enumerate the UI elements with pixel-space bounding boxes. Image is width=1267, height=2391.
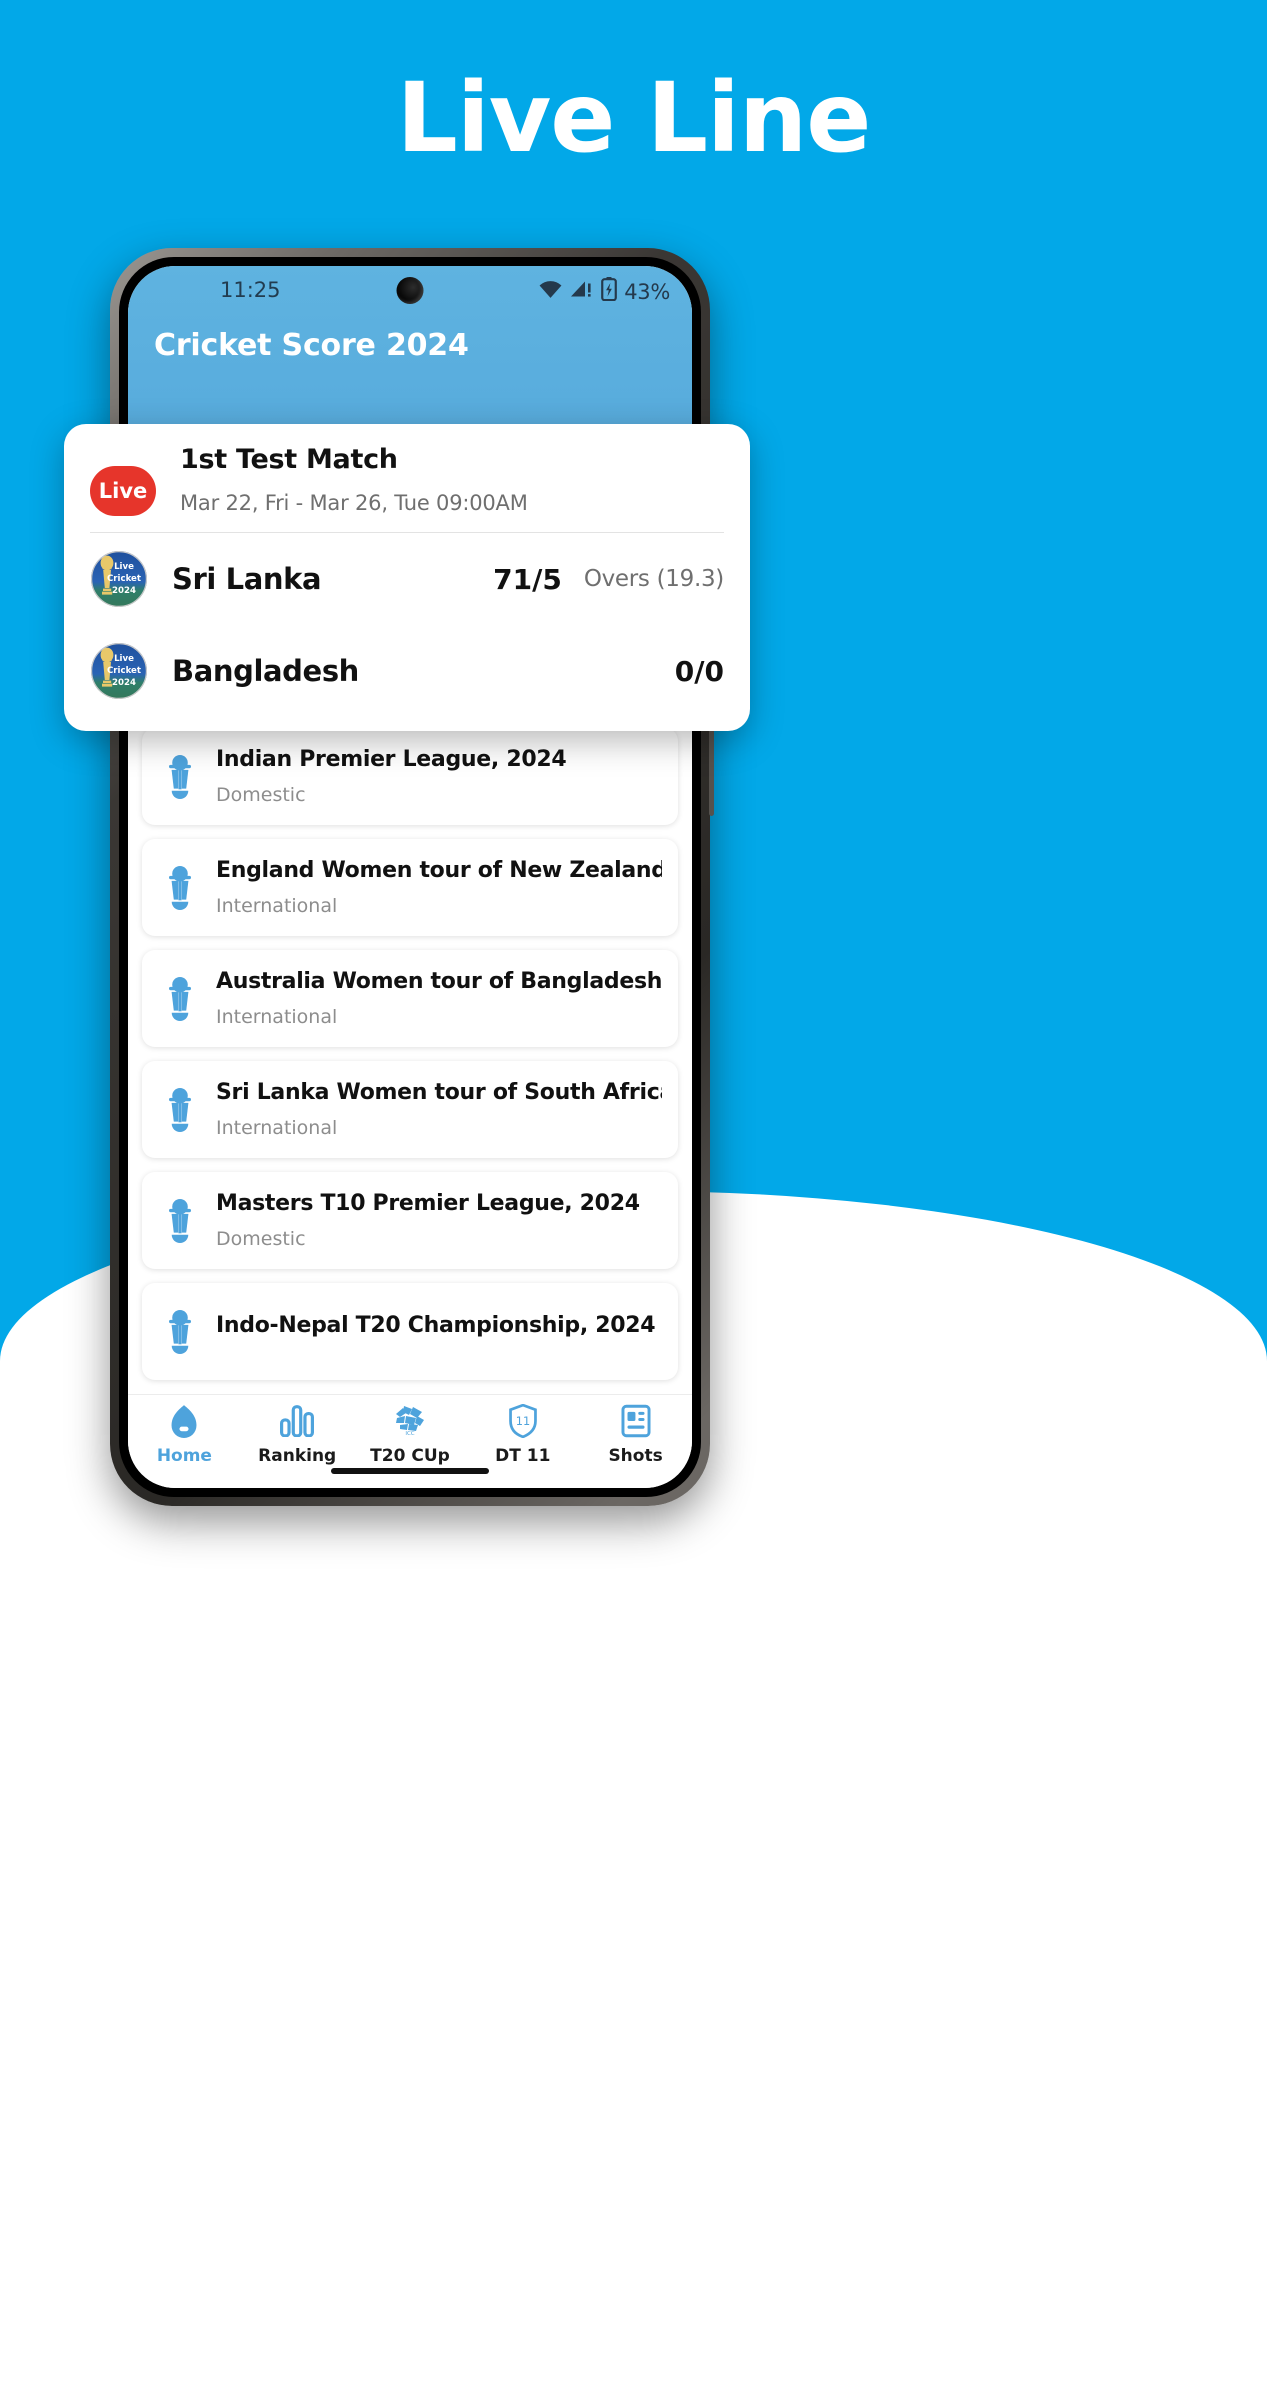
- battery-percent-label: 43%: [624, 279, 670, 304]
- series-list-item[interactable]: Australia Women tour of Bangladesh, 20..…: [142, 950, 678, 1047]
- team-logo-icon: Live Cricket 2024: [90, 550, 148, 608]
- live-match-card[interactable]: Live 1st Test Match Mar 22, Fri - Mar 26…: [64, 424, 750, 731]
- nav-item-ranking[interactable]: Ranking: [241, 1403, 354, 1466]
- live-card-header: Live 1st Test Match Mar 22, Fri - Mar 26…: [90, 444, 724, 516]
- ongoing-series-list: Indian Premier League, 2024 Domestic Eng…: [128, 728, 692, 1380]
- svg-text:ICC: ICC: [405, 1431, 414, 1437]
- match-title: 1st Test Match: [180, 444, 398, 475]
- team-name: Sri Lanka: [172, 562, 322, 596]
- team-row: Live Cricket 2024 Sri Lanka 71/5 Overs (…: [90, 533, 724, 625]
- series-name: Sri Lanka Women tour of South Africa, 2.…: [216, 1080, 662, 1105]
- nav-label: Ranking: [258, 1446, 337, 1466]
- series-type: Domestic: [216, 1228, 306, 1250]
- nav-item-t20-cup[interactable]: ICC T20 CUp: [354, 1403, 467, 1466]
- trophy-icon: [158, 754, 202, 799]
- series-text: Masters T10 Premier League, 2024 Domesti…: [216, 1191, 640, 1250]
- team-score: 71/5: [493, 562, 562, 596]
- svg-text:Cricket: Cricket: [107, 666, 141, 676]
- trophy-icon: [158, 1309, 202, 1354]
- series-type: International: [216, 895, 338, 917]
- nav-label: Home: [156, 1446, 212, 1466]
- shots-card-icon: [621, 1403, 651, 1439]
- signal-alert-icon: [570, 280, 594, 304]
- series-text: England Women tour of New Zealand, 20.. …: [216, 858, 662, 917]
- series-name: Indian Premier League, 2024: [216, 747, 567, 772]
- svg-text:Live: Live: [114, 562, 134, 572]
- svg-text:2024: 2024: [112, 678, 136, 688]
- trophy-icon: [158, 976, 202, 1021]
- nav-label: T20 CUp: [370, 1446, 450, 1466]
- series-text: Australia Women tour of Bangladesh, 20..…: [216, 969, 662, 1028]
- page-title: Live Line: [396, 62, 872, 174]
- team-name: Bangladesh: [172, 654, 359, 688]
- home-indicator[interactable]: [331, 1468, 489, 1474]
- series-text: Indian Premier League, 2024 Domestic: [216, 747, 566, 806]
- nav-item-dt11[interactable]: 11 DT 11: [466, 1403, 579, 1466]
- series-type: International: [216, 1006, 338, 1028]
- team-overs: Overs (19.3): [583, 566, 724, 592]
- status-time: 11:25: [220, 278, 281, 302]
- nav-label: Shots: [608, 1446, 663, 1466]
- series-text: Sri Lanka Women tour of South Africa, 2.…: [216, 1080, 662, 1139]
- home-icon: [169, 1403, 199, 1439]
- series-name: Indo-Nepal T20 Championship, 2024: [216, 1313, 656, 1338]
- team-logo-icon: Live Cricket 2024: [90, 642, 148, 700]
- svg-text:2024: 2024: [112, 586, 136, 596]
- trophy-icon: [158, 1087, 202, 1132]
- match-info: 1st Test Match Mar 22, Fri - Mar 26, Tue…: [180, 444, 724, 515]
- match-dates: Mar 22, Fri - Mar 26, Tue 09:00AM: [180, 491, 528, 515]
- svg-text:Live: Live: [114, 654, 134, 664]
- series-type: Domestic: [216, 784, 306, 806]
- shield-11-icon: 11: [508, 1403, 538, 1439]
- series-list-item[interactable]: England Women tour of New Zealand, 20.. …: [142, 839, 678, 936]
- team-score-rows: Live Cricket 2024 Sri Lanka 71/5 Overs (…: [90, 533, 724, 717]
- series-type: International: [216, 1117, 338, 1139]
- series-name: Masters T10 Premier League, 2024: [216, 1191, 640, 1216]
- battery-charging-icon: [601, 277, 618, 306]
- series-list-item[interactable]: Indian Premier League, 2024 Domestic: [142, 728, 678, 825]
- trophy-icon: [158, 865, 202, 910]
- app-title: Cricket Score 2024: [154, 328, 469, 363]
- svg-text:Cricket: Cricket: [107, 574, 141, 584]
- series-list-item[interactable]: Masters T10 Premier League, 2024 Domesti…: [142, 1172, 678, 1269]
- series-list-item[interactable]: Indo-Nepal T20 Championship, 2024: [142, 1283, 678, 1380]
- series-text: Indo-Nepal T20 Championship, 2024: [216, 1313, 655, 1350]
- nav-item-shots[interactable]: Shots: [579, 1403, 692, 1466]
- ranking-bars-icon: [280, 1403, 315, 1439]
- front-camera-icon: [396, 277, 424, 304]
- t20-cup-icon: ICC: [392, 1403, 428, 1439]
- wifi-icon: [538, 280, 563, 304]
- svg-text:11: 11: [516, 1414, 530, 1428]
- status-badge: Live: [90, 466, 156, 516]
- team-score: 0/0: [674, 654, 724, 688]
- series-list-item[interactable]: Sri Lanka Women tour of South Africa, 2.…: [142, 1061, 678, 1158]
- status-bar: 11:25 43%: [128, 266, 692, 314]
- nav-label: DT 11: [495, 1446, 551, 1466]
- series-name: England Women tour of New Zealand, 20..: [216, 858, 662, 883]
- nav-item-home[interactable]: Home: [128, 1403, 241, 1466]
- trophy-icon: [158, 1198, 202, 1243]
- status-icons: 43%: [538, 277, 670, 306]
- series-name: Australia Women tour of Bangladesh, 20..: [216, 969, 662, 994]
- team-row: Live Cricket 2024 Bangladesh 0/0: [90, 625, 724, 717]
